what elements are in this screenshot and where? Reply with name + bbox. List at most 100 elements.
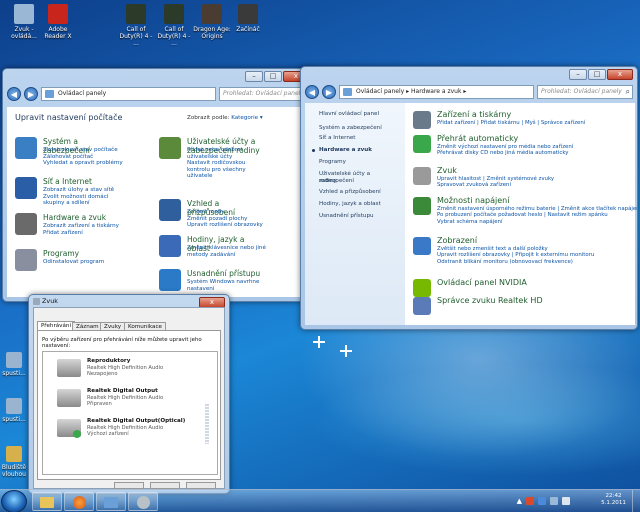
section-icon [413, 135, 431, 153]
category-links: Zobrazit úlohy a stav sítě Zvolit možnost… [43, 187, 153, 207]
tray-app-icon[interactable] [538, 497, 546, 505]
category-title[interactable]: Programy [43, 249, 79, 258]
tray-app-icon[interactable] [526, 497, 534, 505]
category-title[interactable]: Síť a Internet [43, 177, 92, 186]
hardware-sound-window[interactable]: – □ x ◀ ▶ Ovládací panely ▸ Hardware a z… [300, 66, 638, 330]
device-item[interactable]: Realtek Digital Output(Optical) Realtek H… [57, 418, 217, 440]
apply-button[interactable] [186, 482, 216, 489]
section-icon [413, 167, 431, 185]
section-title[interactable]: Zobrazení [437, 236, 477, 245]
desktop-icon[interactable]: Začínáč [228, 4, 268, 33]
category-link[interactable]: Změnit motiv [187, 209, 297, 216]
device-item[interactable]: Reproduktory Realtek High Definition Audi… [57, 358, 217, 380]
desktop-icon[interactable]: spusti... [0, 398, 28, 423]
sidebar-item[interactable]: Systém a zabezpečení [319, 125, 382, 132]
desktop-icon[interactable]: Adobe Reader X [38, 4, 78, 40]
app-icon [6, 352, 22, 368]
section-title[interactable]: Zařízení a tiskárny [437, 110, 511, 119]
device-item[interactable]: Realtek Digital Output Realtek High Defin… [57, 388, 217, 410]
desktop-icon[interactable]: spusti... [0, 352, 28, 377]
forward-button[interactable]: ▶ [322, 85, 336, 99]
forward-button[interactable]: ▶ [24, 87, 38, 101]
section-link[interactable]: Spravovat zvuková zařízení [437, 182, 637, 188]
category-link[interactable]: Systém Windows navrhne [187, 279, 297, 286]
start-button[interactable] [1, 490, 27, 512]
ok-button[interactable] [114, 482, 144, 489]
maximize-button[interactable]: □ [588, 69, 606, 80]
search-input[interactable]: Prohledat: Ovládací panely⌕ [537, 85, 633, 99]
clock[interactable]: 22:42 5.1.2011 [601, 493, 626, 507]
category-link[interactable]: nastavení [187, 286, 297, 293]
view-by-dropdown[interactable]: Kategorie [231, 115, 258, 121]
dialog-buttons [114, 482, 222, 489]
category-link[interactable]: Přidat nebo odebrat [187, 147, 297, 154]
control-panel-window[interactable]: – □ x ◀ ▶ Ovládací panely Prohledat: Ovl… [2, 68, 314, 302]
taskbar-firefox[interactable] [64, 492, 94, 511]
category-title[interactable]: Usnadnění přístupu [187, 269, 260, 278]
section-title[interactable]: Ovládací panel NVIDIA [437, 278, 527, 287]
section-link[interactable]: Přidat zařízení | Přidat tiskárnu | Myš … [437, 120, 637, 126]
address-bar[interactable]: Ovládací panely ▸ Hardware a zvuk ▸ [339, 85, 534, 99]
category-link[interactable]: Upravit rozlišení obrazovky [187, 222, 297, 229]
sidebar-item[interactable]: Hardware a zvuk [319, 147, 372, 154]
section-link[interactable]: Vybrat schéma napájení [437, 219, 637, 225]
cancel-button[interactable] [150, 482, 180, 489]
section-link[interactable]: Odstranit blikání monitoru (obnovovací f… [437, 259, 637, 265]
sidebar-item[interactable]: Programy [319, 159, 346, 166]
taskbar-explorer[interactable] [32, 492, 62, 511]
category-icon [15, 249, 37, 271]
search-input[interactable]: Prohledat: Ovládací panely⌕ [219, 87, 309, 101]
section-link[interactable]: Po probuzení počítače požadovat heslo | … [437, 212, 637, 218]
section-link[interactable]: Přehrávat disky CD nebo jiná média autom… [437, 150, 637, 156]
chevron-down-icon[interactable]: ▾ [258, 115, 263, 121]
sidebar-item[interactable]: Síť a Internet [319, 135, 356, 142]
minimize-button[interactable]: – [245, 71, 263, 82]
desktop-icon[interactable]: Bludiště vlouhou [0, 446, 28, 478]
category-link[interactable]: Zkontrolovat stav počítače [43, 147, 153, 154]
desktop-icon[interactable]: Call of Duty(R) 4 - ... [116, 4, 156, 47]
section-icon [413, 279, 431, 297]
category-link[interactable]: Změnit klávesnice nebo jiné [187, 245, 297, 252]
sidebar-item[interactable]: Hodiny, jazyk a oblast [319, 201, 381, 208]
section-title[interactable]: Možnosti napájení [437, 196, 509, 205]
desktop-icon[interactable]: Dragon Age: Origins [192, 4, 232, 40]
back-button[interactable]: ◀ [7, 87, 21, 101]
category-title[interactable]: Hardware a zvuk [43, 213, 106, 222]
close-button[interactable]: x [607, 69, 633, 80]
address-bar[interactable]: Ovládací panely [41, 87, 216, 101]
taskbar-sound[interactable] [128, 492, 158, 511]
minimize-button[interactable]: – [569, 69, 587, 80]
sound-dialog[interactable]: Zvuk x Přehrávání Záznam Zvuky Komunikace P… [28, 294, 230, 494]
maximize-button[interactable]: □ [264, 71, 282, 82]
app-icon [126, 4, 146, 24]
section-icon [413, 111, 431, 129]
tray-arrow-icon[interactable]: ▲ [517, 497, 522, 505]
category-link[interactable]: skupiny a sdílení [43, 200, 153, 207]
taskbar-control-panel[interactable] [96, 492, 126, 511]
category-link[interactable]: Nastavit rodičovskou [187, 160, 297, 167]
network-icon[interactable] [550, 497, 558, 505]
show-desktop-button[interactable] [632, 490, 640, 512]
search-icon[interactable]: ⌕ [626, 87, 630, 97]
category-link[interactable]: Odinstalovat program [43, 259, 153, 266]
category-link[interactable]: uživatele [187, 173, 297, 180]
volume-icon[interactable] [562, 497, 570, 505]
instruction-text: Po výběru zařízení pro přehrávání níže m… [42, 337, 202, 349]
category-link[interactable]: Přidat zařízení [43, 230, 153, 237]
sidebar-item[interactable]: Vzhled a přizpůsobení [319, 189, 381, 196]
volume-meter [205, 404, 209, 444]
device-list[interactable]: Reproduktory Realtek High Definition Audi… [42, 351, 218, 475]
back-button[interactable]: ◀ [305, 85, 319, 99]
sidebar-item[interactable]: Usnadnění přístupu [319, 213, 374, 220]
sidebar-item[interactable]: Hlavní ovládací panel [319, 111, 379, 118]
category-link[interactable]: Zobrazit úlohy a stav sítě [43, 187, 153, 194]
category-link[interactable]: Vyhledat a opravit problémy [43, 160, 153, 167]
desktop-icon[interactable]: Call of Duty(R) 4 - ... [154, 4, 194, 47]
address-bar-row: ◀ ▶ Ovládací panely Prohledat: Ovládací … [7, 84, 309, 104]
category-link[interactable]: Zobrazit zařízení a tiskárny [43, 223, 153, 230]
section-title[interactable]: Přehrát automaticky [437, 134, 518, 143]
category-link[interactable]: metody zadávání [187, 252, 297, 259]
section-title[interactable]: Zvuk [437, 166, 457, 175]
section-title[interactable]: Správce zvuku Realtek HD [437, 296, 543, 305]
sidebar-item[interactable]: rodiny [319, 178, 337, 185]
